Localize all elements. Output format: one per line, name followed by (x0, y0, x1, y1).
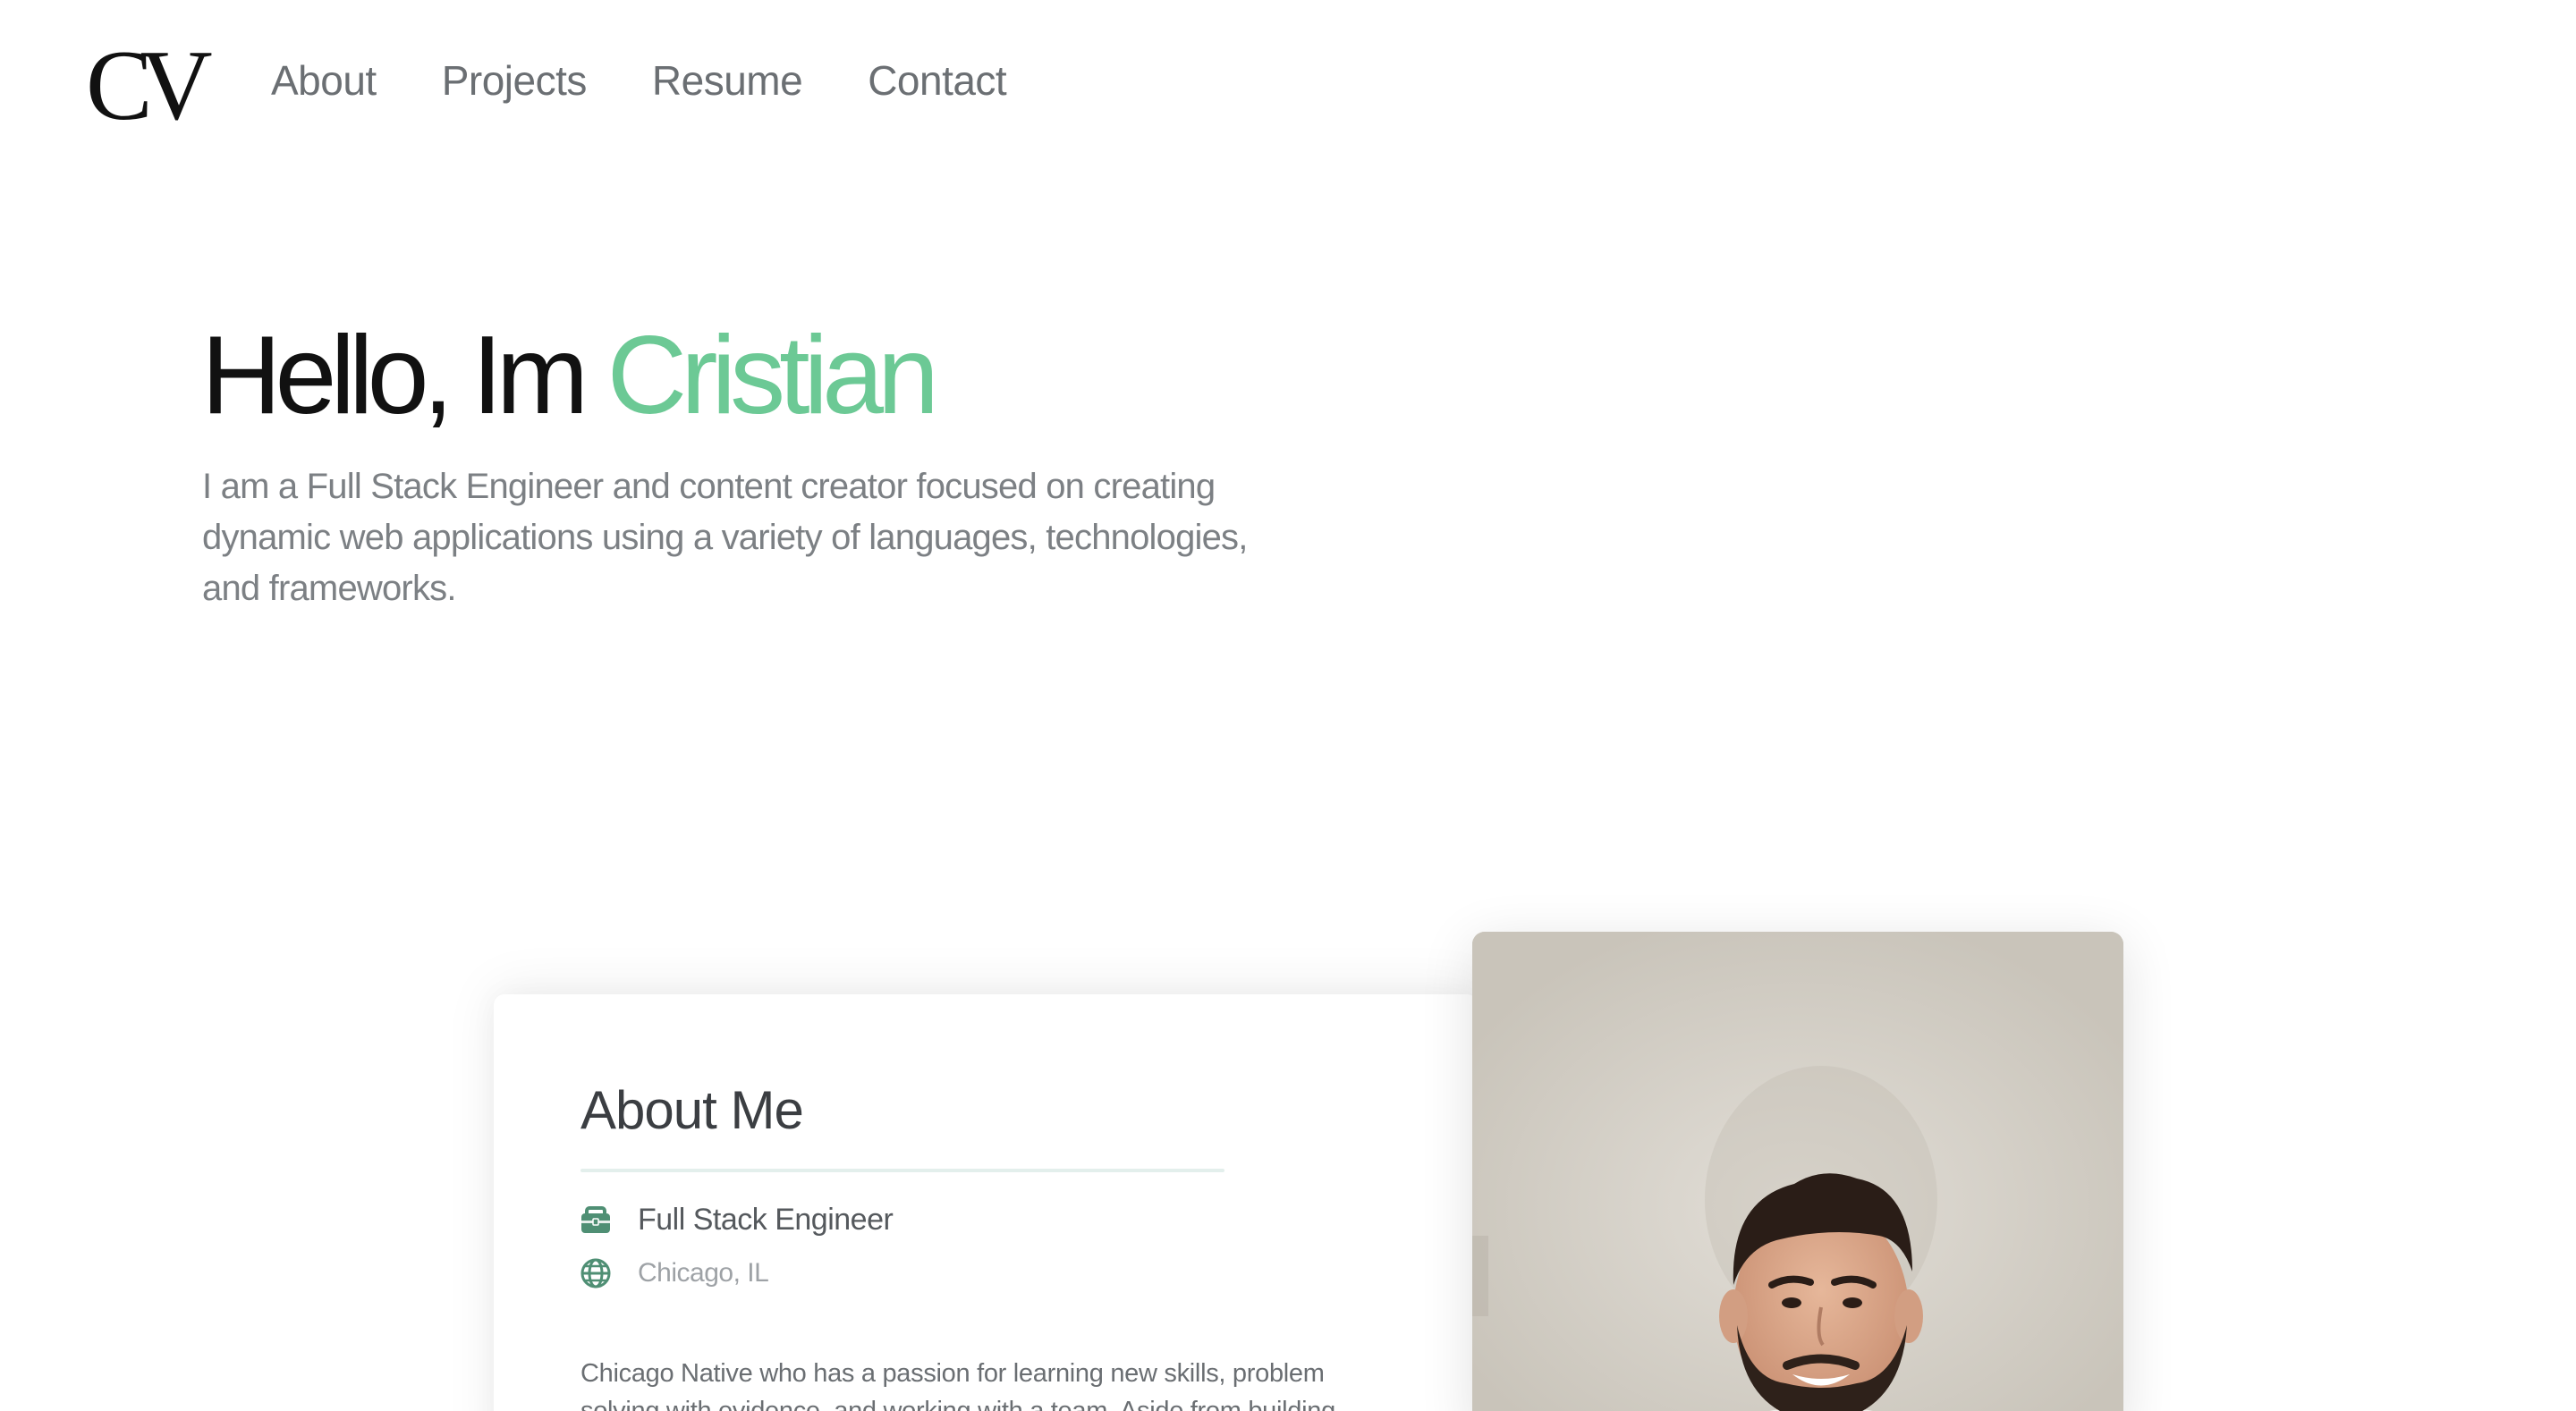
main-nav: About Projects Resume Contact (271, 54, 1072, 107)
hero-name: Cristian (606, 314, 939, 437)
location-text: Chicago, IL (638, 1258, 769, 1288)
about-divider (580, 1169, 1224, 1172)
profile-photo (1472, 932, 2123, 1411)
about-card: About Me Full Stack Engineer Chicago, IL… (494, 994, 1478, 1411)
globe-icon (580, 1258, 611, 1288)
hero-description: I am a Full Stack Engineer and content c… (202, 467, 1248, 608)
hero-greeting: Hello, Im (201, 314, 607, 437)
briefcase-icon (580, 1204, 611, 1235)
nav-link-resume[interactable]: Resume (652, 54, 803, 107)
nav-link-about[interactable]: About (271, 54, 377, 107)
nav-link-contact[interactable]: Contact (868, 54, 1007, 107)
about-bio: Chicago Native who has a passion for lea… (580, 1359, 1335, 1411)
location-row: Chicago, IL (580, 1254, 769, 1293)
nav-link-projects[interactable]: Projects (442, 54, 588, 107)
job-title: Full Stack Engineer (638, 1203, 894, 1237)
about-title: About Me (580, 1080, 804, 1140)
hero-title: Hello, Im Cristian (201, 314, 939, 437)
logo[interactable]: CV (86, 36, 213, 136)
job-row: Full Stack Engineer (580, 1200, 894, 1239)
